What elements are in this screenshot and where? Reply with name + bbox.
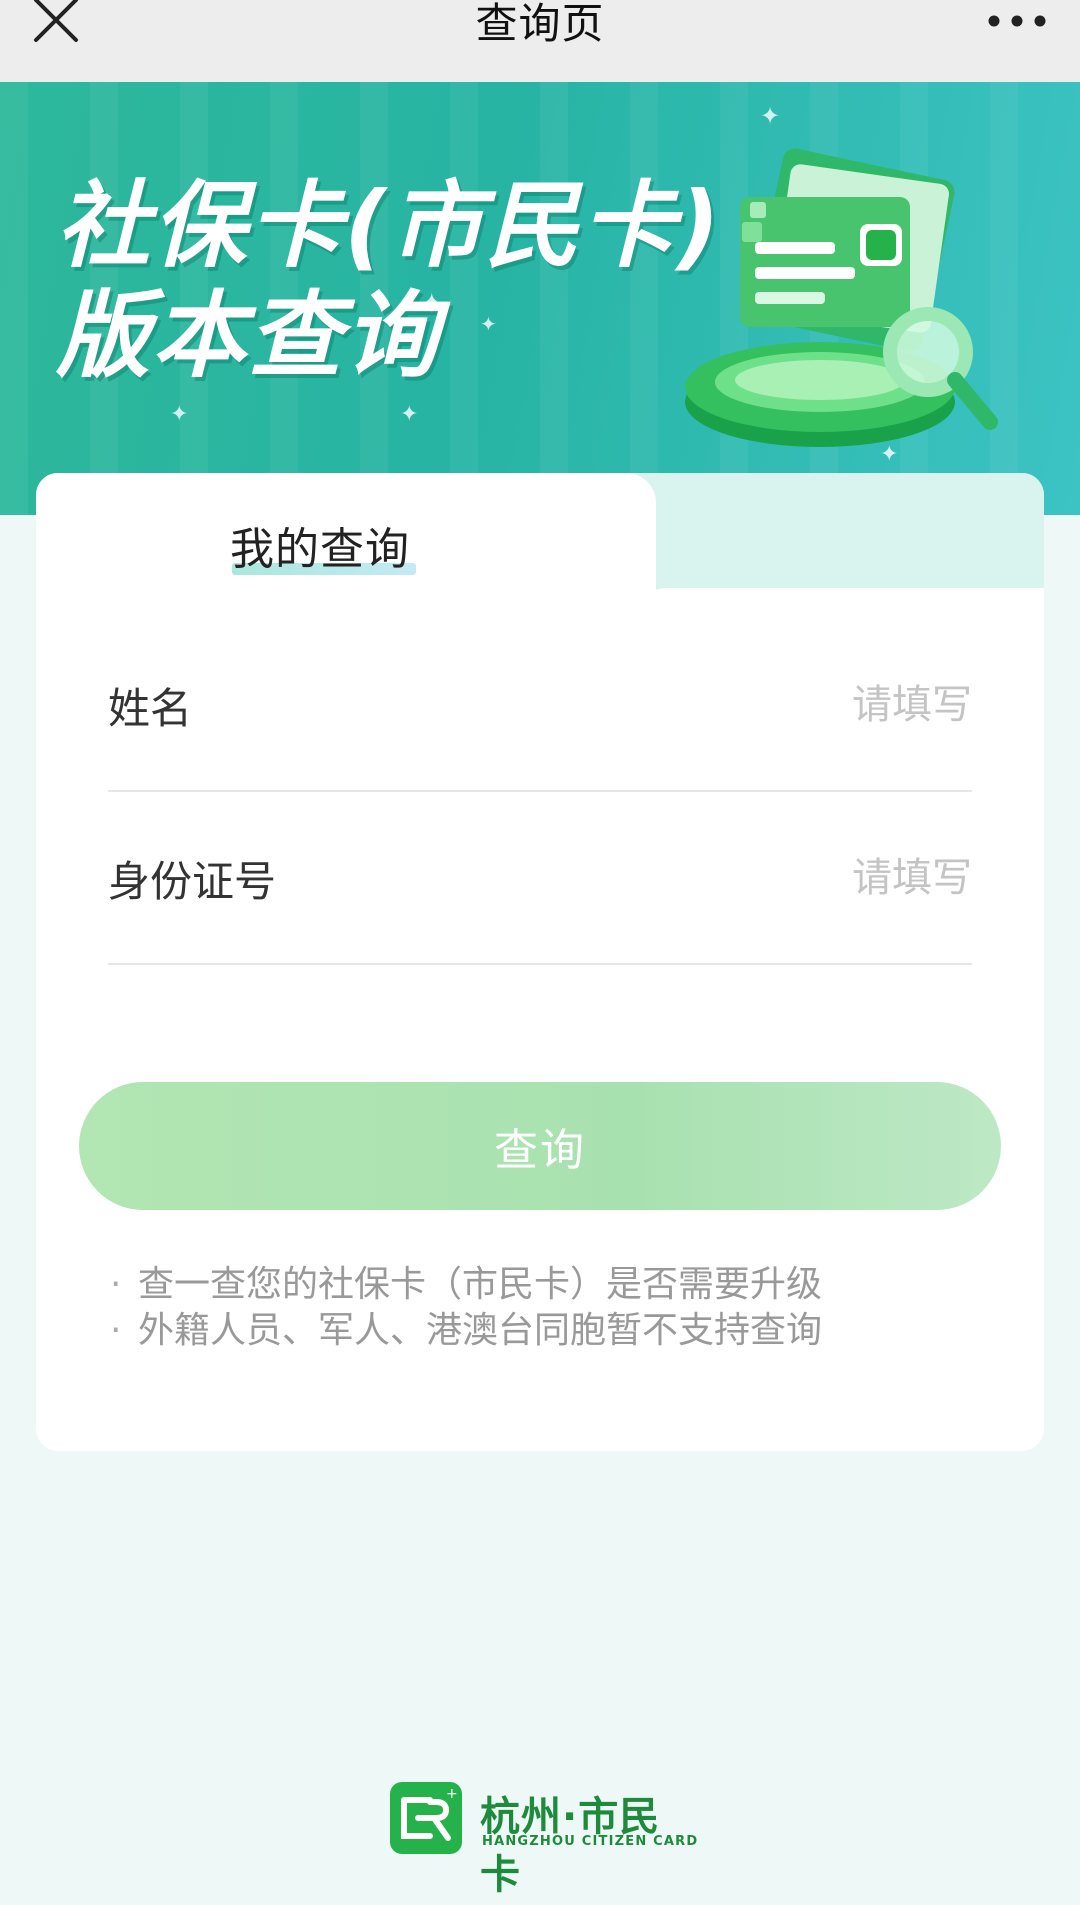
tab-inactive-area [620, 473, 1044, 593]
tab-label[interactable]: 我的查询 [230, 513, 410, 577]
brand-name-en: HANGZHOU CITIZEN CARD [482, 1834, 699, 1849]
sparkle-icon: ✦ [170, 402, 189, 427]
bullet: · [110, 1310, 122, 1351]
page-title: 查询页 [475, 0, 605, 48]
banner-title-line1: 社保卡(市民卡) [56, 172, 722, 281]
notes-list: · 查一查您的社保卡（市民卡）是否需要升级 · 外籍人员、军人、港澳台同胞暂不支… [110, 1262, 822, 1354]
svg-text:+: + [446, 1786, 458, 1802]
tab-corner [640, 588, 1044, 628]
sparkle-icon: ✦ [400, 402, 419, 427]
banner-title: 社保卡(市民卡) 版本查询 [56, 172, 722, 392]
bullet: · [110, 1264, 122, 1305]
more-horizontal-icon[interactable] [984, 4, 1050, 34]
id-field-row: 身份证号 [108, 848, 972, 938]
divider [108, 790, 972, 792]
name-field-row: 姓名 [108, 675, 972, 765]
name-label: 姓名 [108, 684, 193, 733]
divider [108, 963, 972, 965]
hero-banner: ✦ ✦ ✦ ✦ ✦ ✦ 社保卡(市民卡) 版本查询 [0, 82, 1080, 515]
id-number-input[interactable] [452, 848, 972, 908]
nav-bar: 查询页 [0, 0, 1080, 82]
name-input[interactable] [452, 675, 972, 735]
note-text: 外籍人员、军人、港澳台同胞暂不支持查询 [138, 1310, 823, 1351]
id-number-label: 身份证号 [108, 857, 277, 906]
list-item: · 查一查您的社保卡（市民卡）是否需要升级 [110, 1262, 822, 1308]
list-item: · 外籍人员、军人、港澳台同胞暂不支持查询 [110, 1308, 822, 1354]
note-text: 查一查您的社保卡（市民卡）是否需要升级 [138, 1264, 823, 1305]
banner-title-line2: 版本查询 [56, 282, 441, 391]
page: 查询页 ✦ ✦ ✦ ✦ ✦ ✦ 社保卡(市民卡) 版本查询 我的查询 姓名 请填… [0, 0, 1080, 1905]
footer-logo: + 杭州·市民卡 HANGZHOU CITIZEN CARD [390, 1782, 700, 1898]
query-button[interactable]: 查询 [79, 1082, 1001, 1210]
citizen-card-logo-icon: + [390, 1782, 462, 1854]
card-search-illustration [685, 148, 998, 447]
